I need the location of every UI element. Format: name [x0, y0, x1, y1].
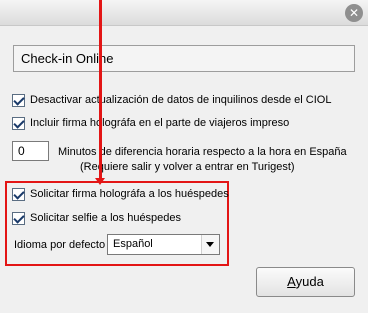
- language-select[interactable]: Español: [107, 234, 220, 255]
- option-request-signature[interactable]: Solicitar firma holográfa a los huéspede…: [12, 186, 229, 202]
- help-button[interactable]: Ayuda: [256, 267, 355, 297]
- checkbox[interactable]: [12, 116, 25, 130]
- checkbox[interactable]: [12, 187, 25, 201]
- option-label: Solicitar firma holográfa a los huéspede…: [30, 188, 229, 200]
- section-title: Check-in Online: [13, 45, 355, 72]
- option-label: Desactivar actualización de datos de inq…: [30, 94, 332, 106]
- chevron-down-icon[interactable]: [201, 235, 219, 254]
- annotation-arrow-head: [95, 178, 105, 185]
- option-label: Solicitar selfie a los huéspedes: [30, 212, 182, 224]
- help-accel: A: [287, 274, 296, 289]
- option-request-selfie[interactable]: Solicitar selfie a los huéspedes: [12, 210, 181, 226]
- minutes-description: Minutos de diferencia horaria respecto a…: [58, 145, 358, 175]
- language-selected: Español: [113, 238, 153, 250]
- minutes-line-2: (Requiere salir y volver a entrar en Tur…: [80, 161, 295, 173]
- checkbox[interactable]: [12, 93, 25, 107]
- help-label: yuda: [295, 274, 324, 289]
- option-disable-update[interactable]: Desactivar actualización de datos de inq…: [12, 92, 331, 108]
- checkbox[interactable]: [12, 211, 25, 225]
- option-include-signature[interactable]: Incluir firma holográfa en el parte de v…: [12, 115, 289, 131]
- annotation-arrow-line: [99, 0, 102, 181]
- option-label: Incluir firma holográfa en el parte de v…: [30, 117, 290, 129]
- close-icon[interactable]: ✕: [345, 4, 363, 22]
- language-label: Idioma por defecto: [14, 239, 106, 251]
- title-bar: ✕: [0, 0, 368, 26]
- minutes-offset-input[interactable]: 0: [12, 141, 49, 161]
